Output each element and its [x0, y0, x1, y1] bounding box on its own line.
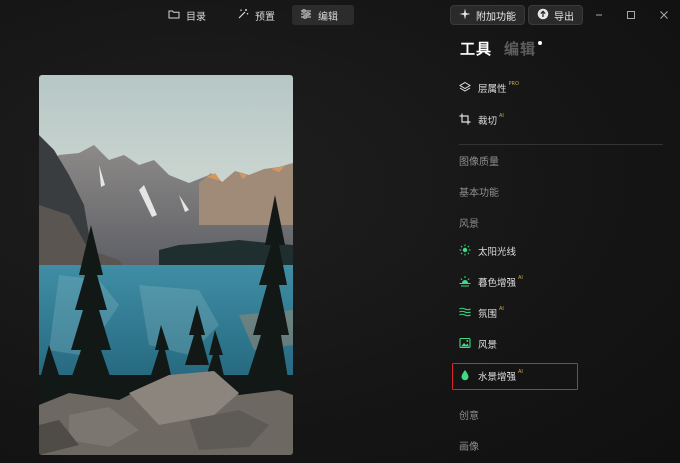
close-button[interactable]	[655, 6, 673, 24]
tool-crop[interactable]: 裁切 AI	[459, 112, 504, 128]
tool-sun-rays[interactable]: 太阳光线	[459, 243, 516, 259]
tool-layer-properties[interactable]: 层属性 PRO	[459, 80, 519, 96]
addons-button[interactable]: 附加功能	[450, 5, 525, 25]
tab-edits-label: 编辑	[504, 40, 537, 58]
top-toolbar: 目录 预置 编辑 附加功能 导出	[0, 0, 680, 30]
selection-highlight	[452, 363, 578, 390]
category-basic[interactable]: 基本功能	[459, 184, 499, 199]
tool-landscape[interactable]: 风景	[459, 336, 497, 352]
minimize-button[interactable]	[590, 6, 608, 24]
pro-badge: PRO	[508, 81, 519, 87]
category-landscape[interactable]: 风景	[459, 215, 479, 230]
ai-badge: AI	[518, 275, 523, 281]
app-window: 目录 预置 编辑 附加功能 导出 工具 编辑 层属性 PRO 裁切 AI 图像质…	[0, 0, 680, 463]
tool-sun-rays-label: 太阳光线	[478, 247, 517, 258]
panel-header: 工具 编辑	[460, 38, 543, 59]
notification-dot	[538, 41, 543, 45]
tool-crop-label: 裁切	[478, 116, 498, 127]
upload-icon	[537, 8, 549, 23]
ai-badge: AI	[499, 113, 504, 119]
tab-tools[interactable]: 工具	[460, 38, 492, 59]
export-label: 导出	[554, 11, 574, 23]
mountain-lake-photo	[39, 75, 293, 455]
tool-landscape-label: 风景	[478, 340, 498, 351]
tab-edit-label: 编辑	[318, 11, 338, 23]
tool-sunset-enhance-label: 暮色增强	[478, 278, 517, 289]
tab-presets[interactable]: 预置	[229, 5, 283, 25]
tab-catalog[interactable]: 目录	[160, 5, 214, 25]
tab-edits[interactable]: 编辑	[504, 38, 543, 59]
maximize-button[interactable]	[622, 6, 640, 24]
tool-atmosphere-label: 氛围	[478, 309, 498, 320]
panel-divider	[459, 144, 663, 145]
photo-canvas[interactable]	[39, 75, 293, 455]
folder-icon	[168, 8, 180, 23]
tab-edit[interactable]: 编辑	[292, 5, 354, 25]
addons-label: 附加功能	[476, 11, 516, 23]
sliders-icon	[300, 8, 312, 23]
tab-presets-label: 预置	[255, 11, 275, 23]
ai-badge: AI	[499, 306, 504, 312]
close-icon	[660, 11, 668, 19]
export-button[interactable]: 导出	[528, 5, 583, 25]
tool-sunset-enhance[interactable]: 暮色增强 AI	[459, 274, 523, 290]
category-portrait[interactable]: 画像	[459, 438, 479, 453]
crop-icon	[459, 113, 471, 128]
minimize-icon	[596, 14, 602, 16]
tool-layer-properties-label: 层属性	[478, 84, 507, 95]
maximize-icon	[627, 11, 635, 19]
waves-icon	[459, 306, 471, 321]
tool-atmosphere[interactable]: 氛围 AI	[459, 305, 504, 321]
category-image-quality[interactable]: 图像质量	[459, 153, 499, 168]
layers-icon	[459, 81, 471, 96]
tab-catalog-label: 目录	[186, 11, 206, 23]
sparkle-icon	[459, 8, 471, 23]
magic-wand-icon	[237, 8, 249, 23]
sun-rays-icon	[459, 244, 471, 259]
category-creative[interactable]: 创意	[459, 407, 479, 422]
sunset-icon	[459, 275, 471, 290]
image-icon	[459, 337, 471, 352]
